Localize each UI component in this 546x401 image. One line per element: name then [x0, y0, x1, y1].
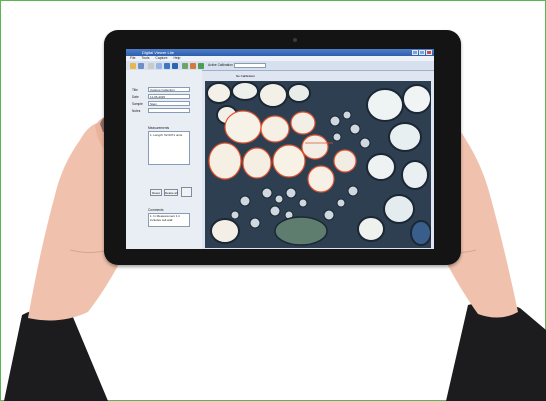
export-icon[interactable] [181, 187, 192, 197]
plant-stem-cross-section [205, 81, 431, 248]
save-icon[interactable] [138, 62, 144, 69]
open-folder-icon[interactable] [130, 62, 136, 69]
copy-icon[interactable] [156, 62, 162, 69]
notes-field-label: Notes [132, 109, 141, 113]
settings-icon[interactable] [198, 62, 204, 69]
close-icon[interactable] [426, 50, 432, 55]
calibration-select-value: No Calibration [236, 74, 256, 78]
tablet-camera [293, 38, 297, 42]
measurements-label: Measurements [148, 126, 170, 130]
measure-icon[interactable] [190, 62, 196, 69]
app-title: Digital Viewer Lite [142, 50, 174, 55]
title-field[interactable]: Capture Collection [148, 87, 190, 92]
minimize-icon[interactable] [412, 50, 418, 55]
maximize-icon[interactable] [419, 50, 425, 55]
calibration-select[interactable]: No Calibration [234, 63, 266, 78]
reset-button[interactable]: Reset [150, 189, 162, 196]
date-field-label: Date [132, 95, 139, 99]
sample-field-label: Sample [132, 102, 143, 106]
title-field-label: Title [132, 88, 138, 92]
measurement-item[interactable]: 1. Length: 52.6371 units [150, 133, 188, 137]
left-panel: Title Capture Collection Date 11-06-2020… [126, 70, 202, 249]
calibration-label: Active Calibration [208, 63, 233, 67]
photo-scene: Digital Viewer Lite File Tools Capture H… [0, 0, 546, 401]
cut-icon[interactable] [148, 62, 154, 69]
record-icon[interactable] [172, 62, 178, 69]
delete-all-button[interactable]: Delete all [164, 189, 178, 196]
measurements-list[interactable]: 1. Length: 52.6371 units [148, 131, 190, 165]
app-title-bar: Digital Viewer Lite [126, 49, 434, 56]
comments-label: Comments [148, 208, 164, 212]
capture-icon[interactable] [164, 62, 170, 69]
microscope-image [205, 81, 431, 248]
image-icon[interactable] [182, 62, 188, 69]
sample-field[interactable]: Stem [148, 101, 190, 106]
left-sleeve [4, 307, 108, 401]
date-field[interactable]: 11-06-2020 [148, 94, 190, 99]
notes-field[interactable] [148, 108, 190, 113]
comments-box[interactable]: 1. In Measurement 1 it includes cell wal… [148, 213, 190, 227]
tablet-screen: Digital Viewer Lite File Tools Capture H… [126, 49, 434, 249]
